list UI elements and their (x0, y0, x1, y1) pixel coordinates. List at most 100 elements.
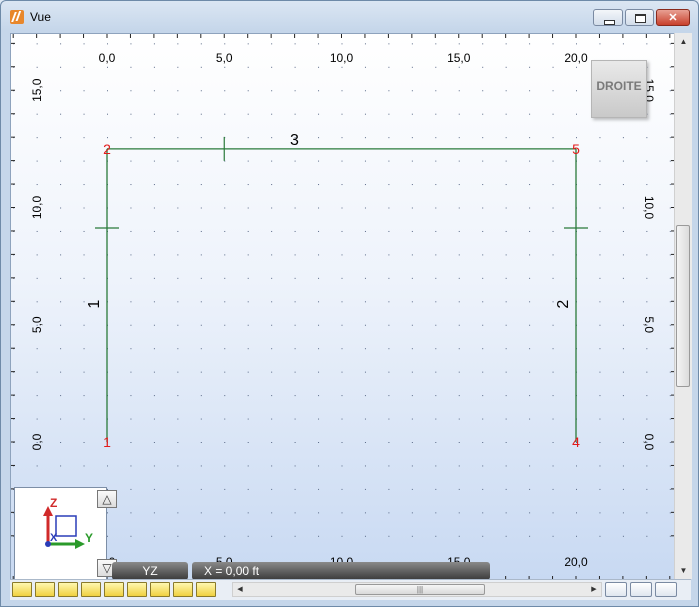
scroll-left-icon[interactable]: ◀ (233, 583, 247, 596)
grid-dot (271, 418, 273, 420)
grid-dot (482, 465, 484, 467)
grid-dot (177, 184, 179, 186)
grid-dot (224, 535, 226, 537)
grid-dot (529, 43, 531, 45)
grid-dot (622, 184, 624, 186)
grid-dot (529, 207, 531, 209)
support-tool-button[interactable] (58, 582, 78, 597)
model-canvas[interactable]: 0,00,05,05,010,010,015,015,020,020,00,00… (10, 33, 676, 581)
maximize-icon (626, 10, 653, 25)
grid-dot (388, 512, 390, 514)
grid-dot (247, 90, 249, 92)
grid-dot (622, 137, 624, 139)
plate-tool-button[interactable] (150, 582, 170, 597)
grid-dot (411, 418, 413, 420)
grid-dot (107, 43, 108, 45)
grid-dot (130, 137, 132, 139)
grid-dot (224, 371, 226, 373)
horizontal-scroll-thumb[interactable]: ||| (355, 584, 485, 595)
grid-dot (36, 277, 38, 279)
grid-dot (294, 207, 296, 209)
grid-dot (529, 371, 531, 373)
release-tool-button[interactable] (104, 582, 124, 597)
node-label-4: 4 (572, 434, 580, 450)
grid-dot (271, 43, 273, 45)
grid-dot (271, 90, 273, 92)
grid-dot (576, 43, 577, 45)
grid-dot (130, 254, 132, 256)
grid-dot (599, 348, 601, 350)
grid-dot (341, 512, 343, 514)
scroll-up-icon[interactable]: ▲ (675, 33, 692, 50)
grid-dot (458, 418, 460, 420)
member-tool-button[interactable] (35, 582, 55, 597)
vertical-scrollbar[interactable]: ▲ ▼ (674, 33, 692, 579)
grid-dot (294, 184, 296, 186)
grid-dot (669, 348, 671, 350)
section-tool-button[interactable] (127, 582, 147, 597)
grid-dot (529, 395, 531, 397)
grid-dot (177, 324, 179, 326)
hide-tool-button[interactable] (605, 582, 627, 597)
grid-dot (83, 113, 85, 115)
grid-dot (341, 43, 343, 45)
render-tool-button[interactable] (655, 582, 677, 597)
grid-dot (505, 254, 507, 256)
grid-dot (622, 395, 624, 397)
grid-dot (130, 301, 132, 303)
grid-dot (599, 277, 601, 279)
grid-dot (318, 184, 320, 186)
label-tool-button[interactable] (173, 582, 193, 597)
grid-dot (200, 418, 202, 420)
grid-dot (318, 418, 320, 420)
grid-dot (247, 512, 249, 514)
rotate-up-button[interactable]: △ (97, 490, 117, 508)
grid-dot (364, 66, 366, 68)
grid-dot (83, 66, 85, 68)
grid-dot (341, 137, 343, 139)
vertical-scroll-thumb[interactable] (676, 225, 690, 387)
grid-dot (83, 137, 85, 139)
grid-dot (318, 137, 320, 139)
grid-dot (83, 160, 85, 162)
grid-dot (294, 66, 296, 68)
scroll-right-icon[interactable]: ▶ (587, 583, 601, 596)
grid-dot (435, 66, 437, 68)
close-button[interactable]: ✕ (656, 9, 690, 26)
grid-dot (505, 66, 507, 68)
grid-dot (200, 488, 202, 490)
grid-dot (622, 254, 624, 256)
grid-dot (83, 43, 85, 45)
plane-indicator[interactable]: YZ (112, 562, 188, 580)
number-tool-button[interactable] (196, 582, 216, 597)
minimize-button[interactable] (593, 9, 623, 26)
title-bar[interactable]: Vue ✕ (1, 1, 698, 33)
grid-dot (177, 395, 179, 397)
node-label-1: 1 (103, 434, 111, 450)
grid-dot (130, 348, 132, 350)
view-cube[interactable]: DROITE (591, 60, 647, 118)
grid-dot (364, 90, 366, 92)
grid-dot (60, 66, 62, 68)
grid-dot (435, 348, 437, 350)
grid-dot (200, 395, 202, 397)
grid-dot (576, 512, 577, 514)
grid-dot (153, 43, 155, 45)
grid-dot (247, 371, 249, 373)
grid-dot (318, 371, 320, 373)
grid-dot (130, 207, 132, 209)
grid-dot (435, 277, 437, 279)
maximize-button[interactable] (625, 9, 654, 26)
grid-dot (200, 230, 202, 232)
grid-dot (271, 160, 273, 162)
grid-dot (388, 160, 390, 162)
load-tool-button[interactable] (81, 582, 101, 597)
link-tool-button[interactable] (630, 582, 652, 597)
scroll-down-icon[interactable]: ▼ (675, 562, 692, 579)
horizontal-scrollbar[interactable]: ◀ ||| ▶ (232, 582, 602, 597)
grid-dot (552, 442, 554, 443)
node-tool-button[interactable] (12, 582, 32, 597)
grid-dot (341, 418, 343, 420)
grid-dot (411, 395, 413, 397)
grid-dot (224, 207, 226, 209)
